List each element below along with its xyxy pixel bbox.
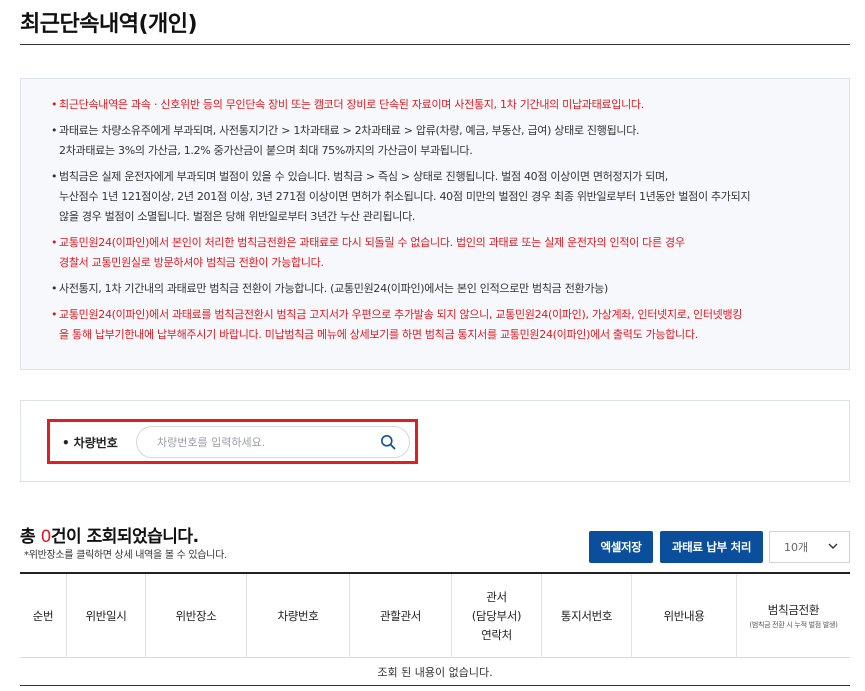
table-empty-row: 조회 된 내용이 없습니다. [20,658,850,686]
bullet-icon: • [62,436,70,450]
column-header-no: 순번 [32,608,54,623]
column-header-location: 위반장소 [145,574,246,658]
vehicle-number-label: • 차량번호 [62,434,118,451]
page-title: 최근단속내역(개인) [20,12,198,37]
notice-item: 최근단속내역은 과속ㆍ신호위반 등의 무인단속 장비 또는 캠코더 장비로 단속… [51,95,819,115]
page-size-select[interactable]: 10개 [769,531,850,563]
notice-item: 과태료는 차량소유주에게 부과되며, 사전통지기간 > 1차과태료 > 2차과태… [51,121,819,161]
result-count: 총 0건이 조회되었습니다. [20,522,199,547]
notice-item: 범칙금은 실제 운전자에게 부과되며 벌점이 있을 수 있습니다. 범칙금 > … [51,167,819,227]
vehicle-number-input[interactable] [136,426,410,458]
column-header-violation: 위반내용 [631,574,736,658]
search-icon[interactable] [380,434,396,450]
title-divider [20,44,850,45]
column-header-datetime: 위반일시 [66,574,145,658]
result-count-number: 0 [40,527,52,547]
table-header: 순번 위반일시 위반장소 차량번호 관할관서 관서 (담당부서) 연락처 통지서… [20,574,850,658]
column-header-convert: 범칙금전환 (범칙금 전환 시 누적 벌점 발생) [736,574,850,658]
notice-item: 교통민원24(이파인)에서 본인이 처리한 범칙금전환은 과태료로 다시 되돌릴… [51,233,819,273]
result-hint: *위반장소를 클릭하면 상세 내역을 볼 수 있습니다. [24,550,227,561]
notice-list: 최근단속내역은 과속ㆍ신호위반 등의 무인단속 장비 또는 캠코더 장비로 단속… [51,95,819,351]
column-header-notice-number: 통지서번호 [541,574,631,658]
column-header-vehicle-number: 차량번호 [246,574,349,658]
excel-export-button[interactable]: 엑셀저장 [589,531,653,563]
chevron-down-icon [828,543,838,549]
column-header-convert-note: (범칙금 전환 시 누적 벌점 발생) [749,621,838,629]
result-count-suffix: 건이 조회되었습니다. [50,527,199,547]
page-size-value: 10개 [784,541,809,554]
search-panel: • 차량번호 [20,400,850,482]
notice-item: 사전통지, 1차 기간내의 과태료만 범칙금 전환이 가능합니다. (교통민원2… [51,279,819,299]
column-header-contact: 관서 (담당부서) 연락처 [451,574,541,658]
fine-payment-button[interactable]: 과태료 납부 처리 [660,531,763,563]
notice-item: 교통민원24(이파인)에서 과태료를 범칙금전환시 범칙금 고지서가 우편으로 … [51,305,819,345]
result-count-prefix: 총 [20,527,41,547]
search-highlight-frame: • 차량번호 [47,419,418,464]
vehicle-number-label-text: 차량번호 [73,436,118,450]
notice-panel: 최근단속내역은 과속ㆍ신호위반 등의 무인단속 장비 또는 캠코더 장비로 단속… [20,78,850,370]
column-header-police-station: 관할관서 [349,574,451,658]
